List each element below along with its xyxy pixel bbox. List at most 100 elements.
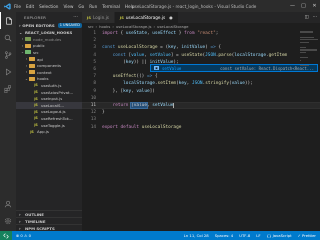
activity-bar: [0, 12, 16, 231]
tree-file[interactable]: JS useToggle.js: [16, 122, 82, 129]
tree-folder[interactable]: › public: [16, 43, 82, 50]
status-item[interactable]: Ln 11, Col 28: [184, 233, 209, 238]
menu-item-edit[interactable]: Edit: [26, 4, 34, 9]
tree-folder[interactable]: ⌄ src: [16, 49, 82, 56]
tree-file[interactable]: JS useLogout.js: [16, 109, 82, 116]
line-number: 9: [93, 88, 96, 94]
status-item[interactable]: Spaces: 4: [215, 233, 233, 238]
timeline-section[interactable]: › TIMELINE: [16, 217, 82, 224]
unsaved-dot-icon[interactable]: ●: [169, 15, 173, 20]
code-line[interactable]: 13: [82, 116, 320, 123]
more-actions-icon[interactable]: ···: [73, 14, 78, 20]
source-control-icon[interactable]: [0, 46, 16, 63]
code-token: localStorage: [123, 81, 155, 87]
sidebar-bottom-sections: › OUTLINE › TIMELINE › NPM SCRIPTS: [16, 210, 82, 231]
tree-file[interactable]: JS useAxiosPrivat...: [16, 89, 82, 96]
settings-icon[interactable]: [0, 212, 16, 229]
menu-item-run[interactable]: Run: [89, 4, 97, 9]
code-token: localStorage: [234, 52, 266, 58]
code-token: JSON: [191, 81, 203, 87]
code-token: from: [184, 31, 195, 37]
status-item[interactable]: UTF-8: [239, 233, 250, 238]
code-token: [value: [130, 101, 148, 109]
outline-section[interactable]: › OUTLINE: [16, 210, 82, 217]
tree-folder[interactable]: › context: [16, 69, 82, 76]
code-line[interactable]: 10: [82, 95, 320, 102]
tree-item-label: useInput.js: [41, 96, 63, 102]
problems-status[interactable]: ⊗ 0 ⚠ 0: [16, 233, 31, 238]
tree-folder[interactable]: › components: [16, 62, 82, 69]
code-line[interactable]: 12}: [82, 109, 320, 116]
tree-file[interactable]: JS useLocalS...: [16, 101, 82, 109]
code-line[interactable]: 1 import { useState, useEffect } from "re…: [82, 30, 320, 37]
tab-login-js[interactable]: JS Login.js: [82, 12, 115, 23]
status-item[interactable]: ✓ Prettier: [298, 233, 316, 238]
code-line[interactable]: 8 localStorage. setItem(key, JSON. stringi…: [82, 80, 320, 87]
js-file-icon: JS: [87, 15, 91, 20]
breadcrumb-separator-icon: ›: [95, 24, 98, 29]
files-icon[interactable]: [0, 12, 16, 29]
code-line[interactable]: 14 export default useLocalStorage: [82, 123, 320, 130]
accounts-icon[interactable]: [0, 195, 16, 212]
search-icon[interactable]: [0, 29, 16, 46]
tab-uselocalstorage-js[interactable]: JS useLocalStorage.js ●: [114, 12, 179, 23]
breadcrumb-item[interactable]: src: [88, 24, 94, 29]
tree-folder[interactable]: ⌄ hooks: [16, 76, 82, 83]
tree-file[interactable]: JS useInput.js: [16, 95, 82, 102]
close-window-button[interactable]: ✕: [309, 0, 320, 12]
code-token: }: [102, 110, 105, 116]
maximize-button[interactable]: □: [298, 0, 309, 12]
status-item[interactable]: {} JavaScript: [267, 233, 292, 238]
minimize-button[interactable]: —: [287, 0, 298, 12]
tree-item-label: public: [33, 43, 45, 49]
menu-item-view[interactable]: View: [63, 4, 73, 9]
code-line[interactable]: 7 useEffect(() => {: [82, 73, 320, 80]
more-actions-icon[interactable]: ···: [313, 15, 317, 20]
folder-icon: [29, 63, 35, 68]
tree-file[interactable]: JS useAuth.js: [16, 82, 82, 89]
extensions-icon[interactable]: [0, 80, 16, 97]
run-debug-icon[interactable]: [0, 63, 16, 80]
js-file-icon: JS: [34, 83, 38, 88]
tree-file[interactable]: JS useRefreshTok...: [16, 115, 82, 122]
suggestion-label[interactable]: setValue: [162, 66, 181, 71]
code-token: ] =: [170, 52, 182, 58]
code-token: useLocalStorage: [141, 124, 182, 130]
code-token: }: [176, 31, 184, 37]
status-item[interactable]: LF: [256, 233, 260, 238]
npm-scripts-label: NPM SCRIPTS: [25, 225, 55, 231]
breadcrumb-item[interactable]: useLocalStorage.js: [116, 24, 152, 29]
split-editor-icon[interactable]: ◫: [304, 15, 308, 20]
tree-folder[interactable]: › node_modules: [16, 36, 82, 43]
remote-icon[interactable]: [0, 231, 12, 240]
project-name: REACT_LOGIN_HOOKS: [25, 30, 73, 35]
tree-item-label: useLocalS...: [41, 102, 65, 108]
menu-item-file[interactable]: File: [14, 4, 21, 9]
tree-folder[interactable]: › api: [16, 56, 82, 63]
menu-item-selection[interactable]: Selection: [39, 4, 58, 9]
tree-file[interactable]: JS App.js: [16, 128, 82, 135]
code-line[interactable]: 4 const [value, setValue] = useState(JSO…: [82, 52, 320, 59]
code-line[interactable]: 11 return [value, setValue: [82, 101, 320, 110]
breadcrumb-item[interactable]: hooks: [99, 24, 110, 29]
code-token: parse: [218, 52, 232, 58]
project-section[interactable]: ⌄ REACT_LOGIN_HOOKS: [16, 29, 82, 36]
minimap[interactable]: [300, 30, 320, 90]
code-line[interactable]: 9 }, [key, value]): [82, 88, 320, 95]
explorer-sidebar: EXPLORER ··· › OPEN EDITORS 1 UNSAVED ⌄ …: [16, 12, 82, 231]
open-editors-section[interactable]: › OPEN EDITORS 1 UNSAVED: [16, 22, 82, 29]
editor-tabs: JS Login.js JS useLocalStorage.js ●: [82, 12, 320, 23]
code-line[interactable]: 3 const useLocalStorage = (key, initValue…: [82, 44, 320, 51]
npm-scripts-section[interactable]: › NPM SCRIPTS: [16, 224, 82, 231]
suggestion-widget[interactable]: ▣ setValue const setValue: React.Dispatc…: [150, 64, 318, 72]
menu-item-terminal[interactable]: Terminal: [102, 4, 120, 9]
code-editor[interactable]: 1 import { useState, useEffect } from "re…: [82, 30, 320, 131]
minimap-line: [300, 36, 314, 38]
menu-item-go[interactable]: Go: [78, 4, 84, 9]
folder-icon: [29, 76, 35, 81]
code-token: = (: [157, 45, 169, 51]
js-file-icon: JS: [34, 109, 38, 114]
outline-label: OUTLINE: [25, 211, 44, 217]
code-line[interactable]: 2: [82, 37, 320, 44]
breadcrumb-item[interactable]: useLocalStorage: [157, 24, 188, 29]
